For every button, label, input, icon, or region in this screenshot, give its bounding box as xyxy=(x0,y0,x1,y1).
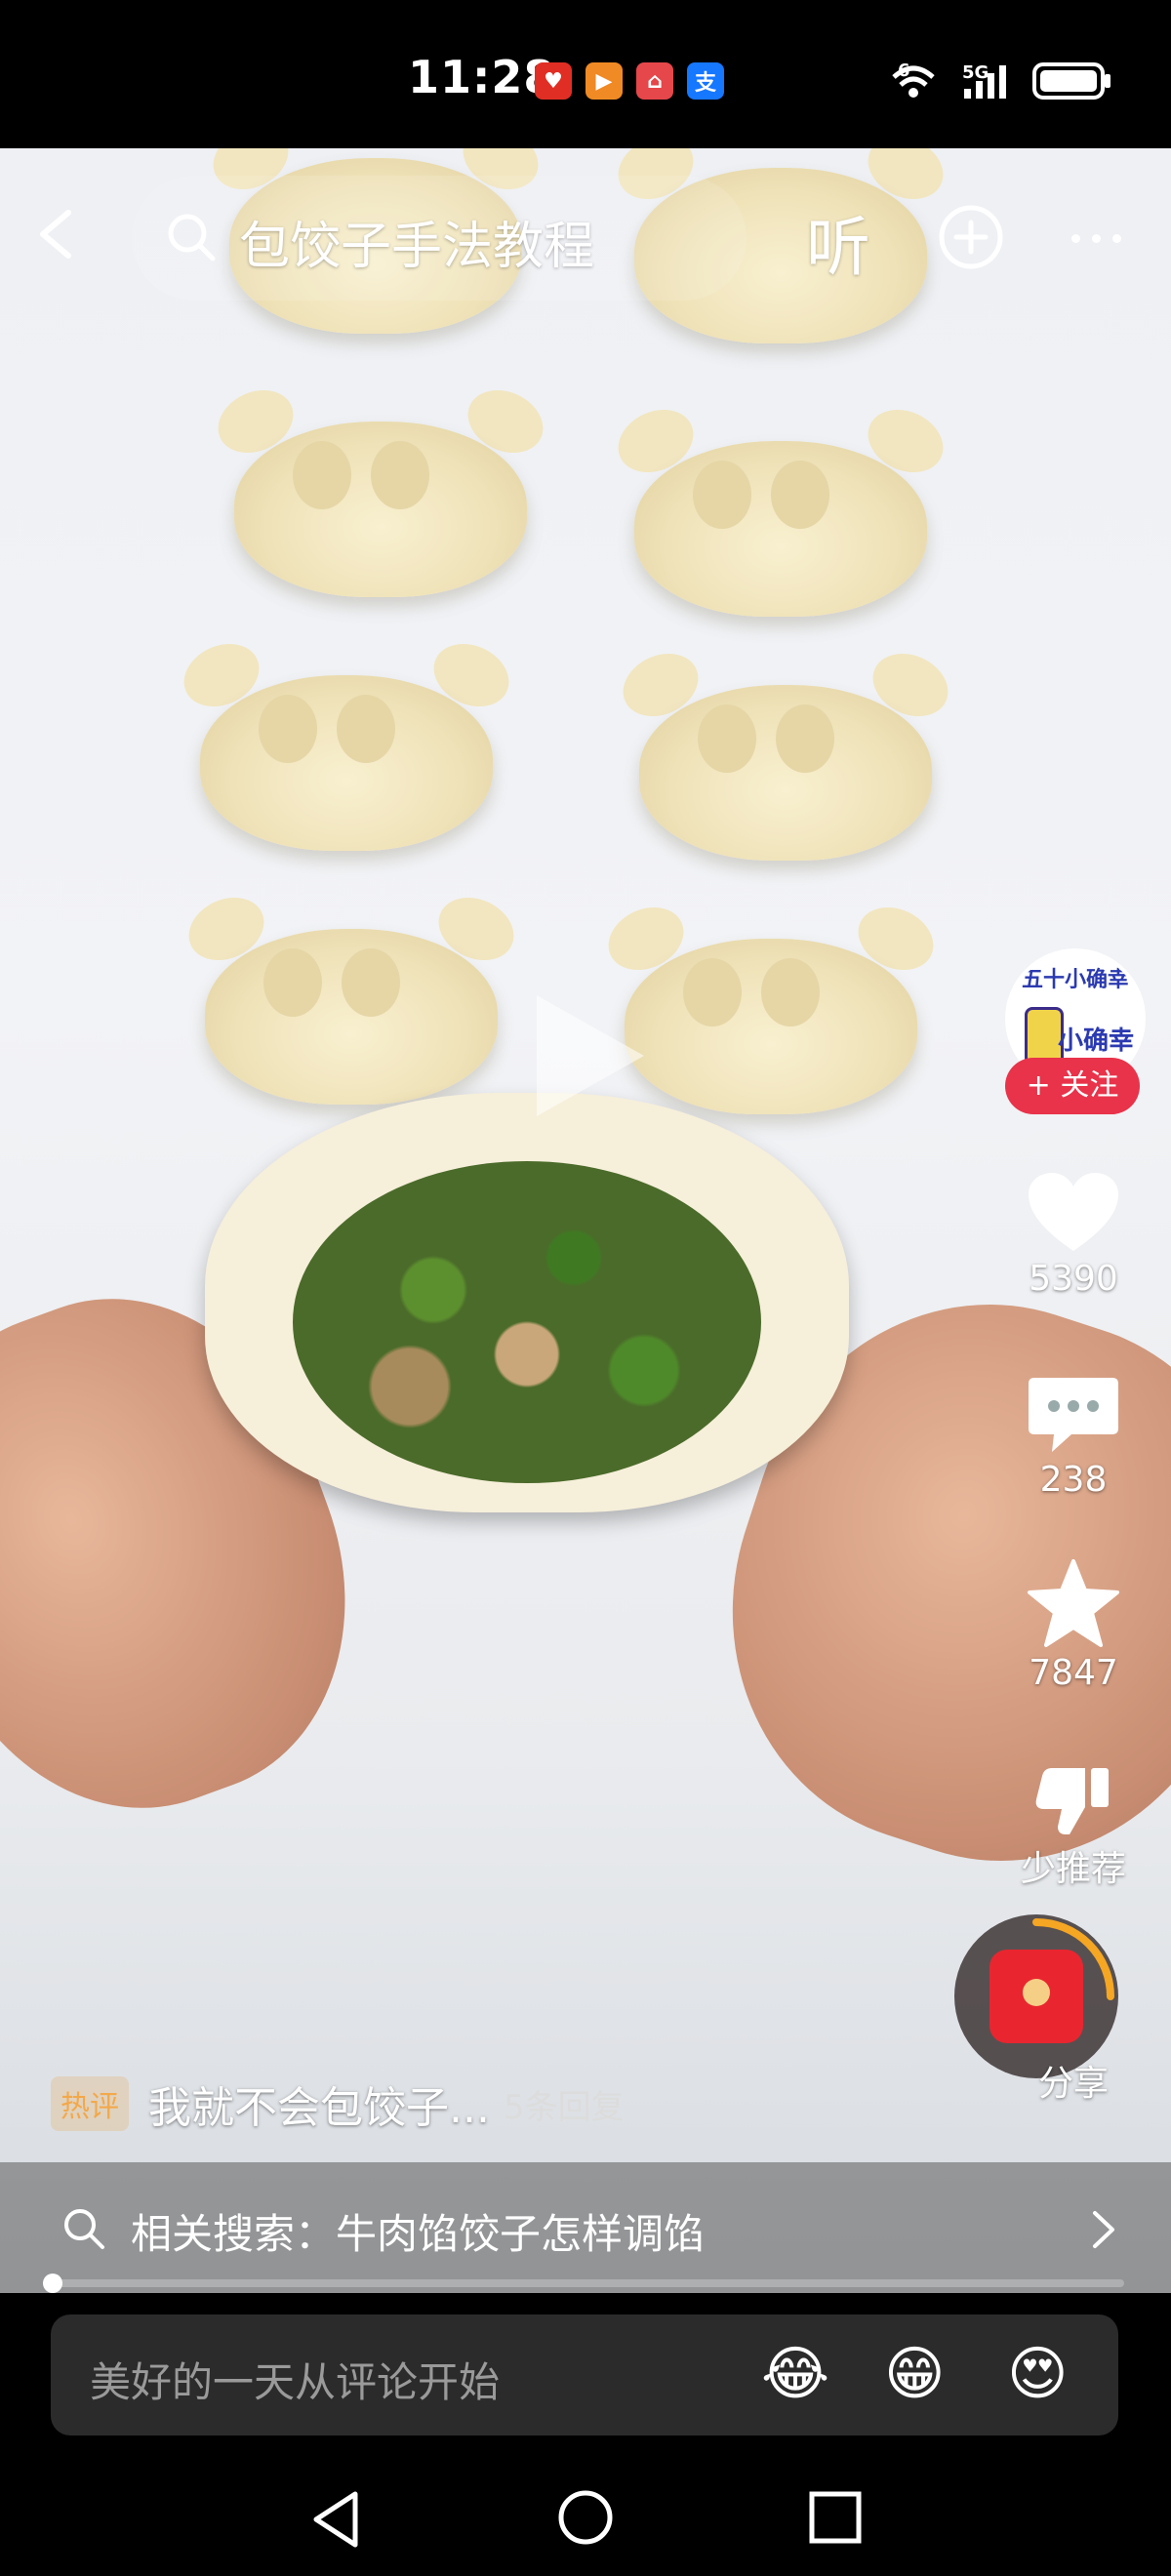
dislike-button[interactable]: 少推荐 xyxy=(1015,1766,1132,1891)
search-icon xyxy=(64,2209,104,2249)
favorite-button[interactable]: 7847 xyxy=(1015,1559,1132,1693)
emoji-grin-icon[interactable]: 😁 xyxy=(884,2340,946,2408)
system-icons xyxy=(888,60,1112,101)
hot-comment-text: 我就不会包饺子... xyxy=(148,2083,490,2133)
dumpling-image xyxy=(174,631,519,851)
dumpling-image xyxy=(179,885,524,1105)
thumbs-down-icon xyxy=(1035,1768,1109,1834)
alipay-icon: 支 xyxy=(687,62,724,100)
hot-comment-tag: 热评 xyxy=(51,2076,129,2131)
share-label: 分享 xyxy=(1037,2064,1109,2104)
back-icon[interactable] xyxy=(29,205,88,263)
favorite-count: 7847 xyxy=(1029,1653,1118,1693)
dumpling-image xyxy=(613,641,958,861)
red-envelope-icon xyxy=(989,1950,1083,2043)
comment-count: 238 xyxy=(1039,1460,1108,1500)
hot-comment-replies[interactable]: 5条回复 xyxy=(504,2080,625,2128)
heart-icon xyxy=(1029,1173,1118,1251)
comment-icon xyxy=(1029,1378,1118,1452)
hot-comment[interactable]: 热评 我就不会包饺子... 5条回复 xyxy=(51,2073,625,2135)
add-circle-icon[interactable] xyxy=(937,203,1005,271)
dumpling-image xyxy=(208,378,553,597)
follow-button[interactable]: + 关注 xyxy=(1005,1058,1140,1114)
wifi-icon xyxy=(892,65,935,98)
play-icon[interactable] xyxy=(537,995,644,1116)
taobao-icon: ⌂ xyxy=(636,62,673,100)
pinduoduo-icon: ♥ xyxy=(535,62,572,100)
more-icon[interactable] xyxy=(1071,234,1121,243)
dislike-label: 少推荐 xyxy=(1020,1849,1126,1889)
chevron-right-icon xyxy=(1093,2211,1114,2248)
battery-icon xyxy=(1032,62,1110,100)
navigation-bar xyxy=(0,2459,1171,2576)
search-query[interactable]: 包饺子手法教程 xyxy=(239,205,594,278)
video-progress-bar[interactable] xyxy=(43,2274,1124,2293)
red-packet-button[interactable] xyxy=(954,1914,1118,2078)
related-search-text: 相关搜索：牛肉馅饺子怎样调馅 xyxy=(131,2210,706,2258)
emoji-laughing-icon[interactable]: 😂 xyxy=(761,2340,829,2408)
network-label: 5G xyxy=(962,62,989,83)
signal-label: 6 xyxy=(898,60,910,81)
like-count: 5390 xyxy=(1029,1259,1118,1299)
related-search-bar[interactable]: 相关搜索：牛肉馅饺子怎样调馅 xyxy=(0,2162,1171,2297)
star-icon xyxy=(1028,1559,1119,1647)
avatar-text: 小确幸 xyxy=(1058,1026,1135,1056)
notification-icons: ♥ ▶ ⌂ 支 xyxy=(535,62,724,100)
avatar-text: 五十小确幸 xyxy=(1021,968,1129,992)
comment-button[interactable]: 238 xyxy=(1015,1374,1132,1500)
bilibili-icon: ▶ xyxy=(586,62,623,100)
share-button[interactable]: 分享 xyxy=(1015,2055,1132,2106)
search-icon xyxy=(168,214,216,262)
nav-back-icon[interactable] xyxy=(308,2488,363,2551)
nav-home-icon[interactable] xyxy=(556,2488,615,2547)
status-bar: 11:28 ♥ ▶ ⌂ 支 6 5G xyxy=(0,0,1171,148)
emoji-heart-eyes-icon[interactable]: 😍 xyxy=(1007,2340,1069,2408)
nav-recents-icon[interactable] xyxy=(808,2490,863,2545)
dumpling-image xyxy=(608,397,953,617)
filling-image xyxy=(293,1161,761,1483)
like-button[interactable]: 5390 xyxy=(1015,1171,1132,1299)
status-time: 11:28 xyxy=(408,51,556,103)
dumpling-image xyxy=(598,895,944,1114)
listen-button[interactable]: 听 xyxy=(806,195,870,289)
comment-placeholder[interactable]: 美好的一天从评论开始 xyxy=(90,2350,500,2409)
progress-handle[interactable] xyxy=(43,2274,62,2293)
